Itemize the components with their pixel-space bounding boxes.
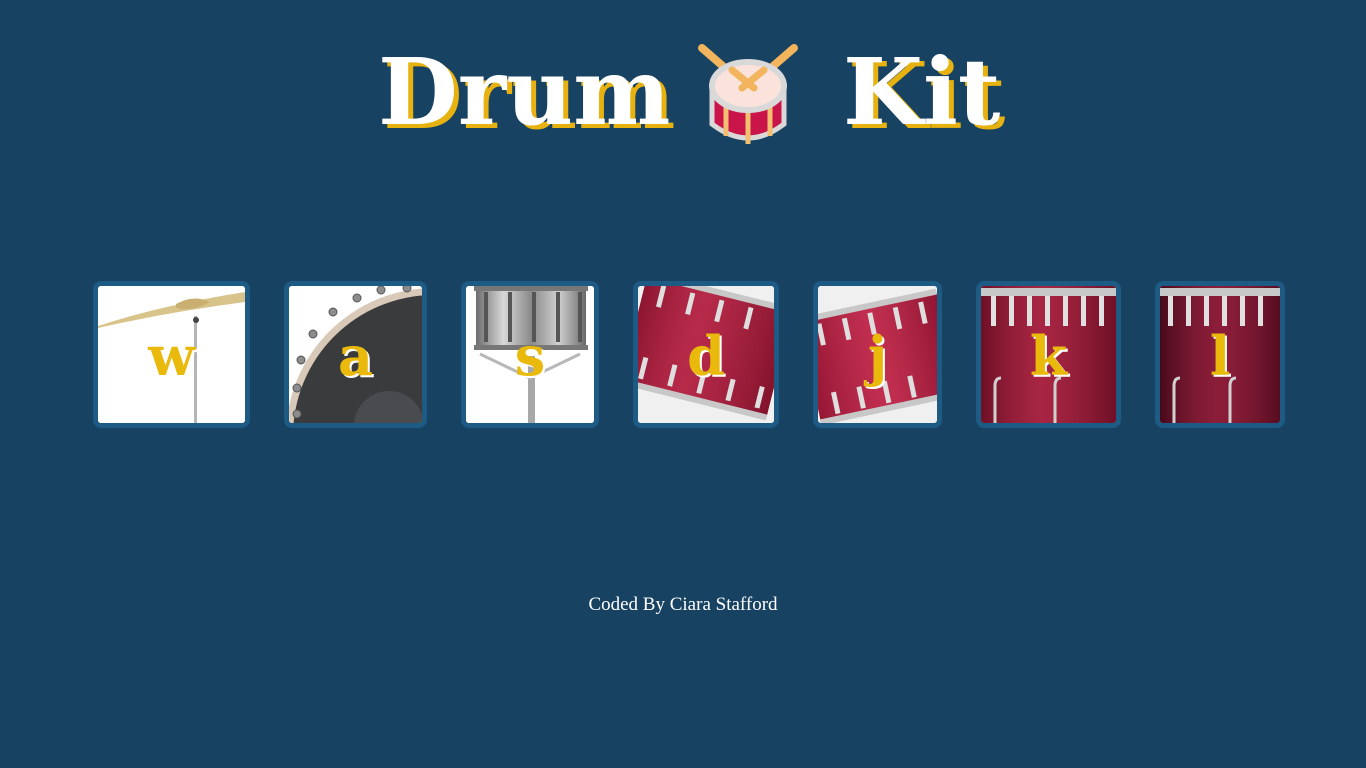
drum-key-letter: j (867, 324, 888, 388)
drum-keys-row: w a s d j k l (0, 281, 1366, 429)
drum-key-j[interactable]: j (813, 281, 942, 428)
drum-key-s[interactable]: s (461, 281, 599, 428)
drum-key-letter: k (1029, 324, 1068, 388)
drum-key-letter: a (338, 324, 373, 388)
drum-key-w[interactable]: w (93, 281, 250, 428)
drum-key-d[interactable]: d (633, 281, 779, 428)
page-title-kit: Kit (843, 38, 1001, 146)
drum-key-a[interactable]: a (284, 281, 427, 428)
drum-key-letter: w (148, 324, 195, 388)
drum-key-k[interactable]: k (976, 281, 1121, 428)
drum-key-l[interactable]: l (1155, 281, 1285, 428)
page-header: Drum Kit (0, 34, 1366, 154)
page-title-drum: Drum (378, 38, 671, 146)
drum-key-letter: d (687, 324, 725, 388)
drum-key-letter: s (514, 324, 546, 388)
footer-credit: Coded By Ciara Stafford (588, 594, 778, 615)
drum-with-drumsticks-icon (698, 44, 798, 144)
drum-key-letter: l (1209, 324, 1231, 388)
